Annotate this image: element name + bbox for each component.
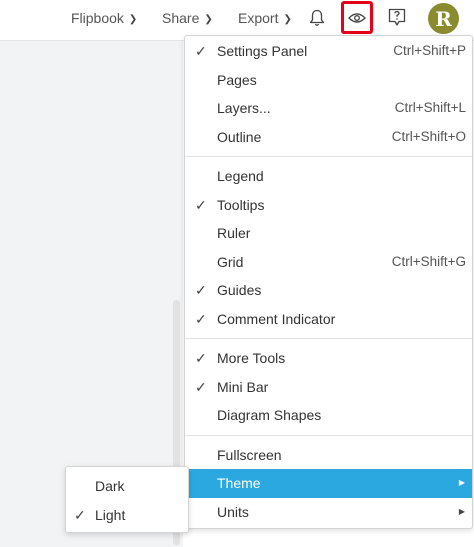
export-menu-button[interactable]: Export ❯: [238, 8, 292, 28]
menu-item-outline[interactable]: Outline Ctrl+Shift+O: [185, 123, 472, 152]
menu-item-label: Fullscreen: [217, 446, 282, 463]
chevron-down-icon: ❯: [204, 14, 213, 25]
menu-item-fullscreen[interactable]: Fullscreen: [185, 441, 472, 470]
menu-item-label: Outline: [217, 128, 262, 145]
menu-item-pages[interactable]: Pages: [185, 66, 472, 95]
view-menu: ✓ Settings Panel Ctrl+Shift+P Pages Laye…: [184, 35, 473, 529]
flipbook-menu-button[interactable]: Flipbook ❯: [71, 8, 137, 28]
flipbook-label: Flipbook: [71, 10, 124, 26]
view-button[interactable]: [341, 1, 373, 34]
eye-icon: [348, 12, 366, 23]
share-menu-button[interactable]: Share ❯: [162, 8, 213, 28]
menu-item-guides[interactable]: ✓ Guides: [185, 276, 472, 305]
chevron-down-icon: ❯: [283, 14, 292, 25]
shortcut-label: Ctrl+Shift+O: [391, 128, 466, 144]
menu-divider: [185, 434, 472, 436]
menu-item-label: Ruler: [217, 225, 251, 241]
submenu-arrow-icon: ▶: [458, 478, 465, 487]
menu-item-tooltips[interactable]: ✓ Tooltips: [185, 191, 472, 220]
menu-item-label: Units: [217, 503, 249, 520]
export-label: Export: [238, 10, 279, 26]
submenu-arrow-icon: ▶: [458, 506, 465, 516]
menu-divider: [185, 156, 472, 157]
menu-item-ruler[interactable]: Ruler: [185, 219, 472, 248]
menu-item-grid[interactable]: Grid Ctrl+Shift+G: [185, 248, 472, 277]
menu-item-comment-indicator[interactable]: ✓ Comment Indicator: [185, 305, 472, 334]
check-icon: ✓: [195, 378, 207, 395]
menu-item-legend[interactable]: Legend: [185, 162, 472, 191]
menu-item-layers[interactable]: Layers... Ctrl+Shift+L: [185, 94, 472, 123]
menu-item-label: Guides: [217, 282, 262, 298]
chevron-down-icon: ❯: [128, 14, 138, 25]
menu-item-settings-panel[interactable]: ✓ Settings Panel Ctrl+Shift+P: [185, 37, 472, 66]
check-icon: ✓: [195, 350, 207, 366]
menu-item-label: Mini Bar: [217, 378, 269, 395]
submenu-item-label: Light: [95, 506, 126, 523]
menu-item-label: Pages: [217, 71, 257, 88]
share-label: Share: [162, 10, 200, 26]
menu-item-mini-bar[interactable]: ✓ Mini Bar: [185, 373, 472, 402]
menu-item-more-tools[interactable]: ✓ More Tools: [185, 344, 472, 373]
menu-item-label: Settings Panel: [217, 43, 308, 59]
menu-item-label: More Tools: [217, 350, 286, 366]
menu-item-label: Comment Indicator: [217, 310, 336, 327]
shortcut-label: Ctrl+Shift+L: [394, 100, 466, 115]
submenu-item-label: Dark: [95, 478, 125, 494]
menu-item-label: Diagram Shapes: [217, 407, 322, 423]
shortcut-label: Ctrl+Shift+P: [393, 43, 466, 58]
check-icon: ✓: [195, 282, 207, 298]
menu-item-label: Theme: [217, 475, 261, 491]
check-icon: ✓: [74, 506, 86, 523]
avatar-initial: R: [435, 6, 452, 31]
check-icon: ✓: [195, 43, 207, 59]
menu-divider: [185, 338, 472, 339]
avatar[interactable]: R: [428, 3, 459, 34]
menu-item-label: Tooltips: [217, 196, 265, 213]
help-icon: [388, 8, 406, 26]
notifications-button[interactable]: [309, 9, 325, 30]
submenu-item-light[interactable]: ✓ Light: [66, 501, 188, 530]
menu-item-label: Legend: [217, 168, 264, 184]
shortcut-label: Ctrl+Shift+G: [391, 253, 466, 269]
menu-item-diagram-shapes[interactable]: Diagram Shapes: [185, 401, 472, 430]
menu-item-label: Grid: [217, 253, 244, 270]
theme-submenu: Dark ✓ Light: [65, 466, 189, 533]
menu-item-units[interactable]: Units ▶: [185, 498, 472, 527]
check-icon: ✓: [195, 196, 207, 213]
menu-item-theme[interactable]: Theme ▶: [185, 469, 472, 498]
check-icon: ✓: [195, 310, 207, 327]
menu-item-label: Layers...: [217, 100, 271, 116]
help-button[interactable]: [388, 8, 406, 30]
bell-icon: [309, 9, 325, 26]
submenu-item-dark[interactable]: Dark: [66, 472, 188, 501]
